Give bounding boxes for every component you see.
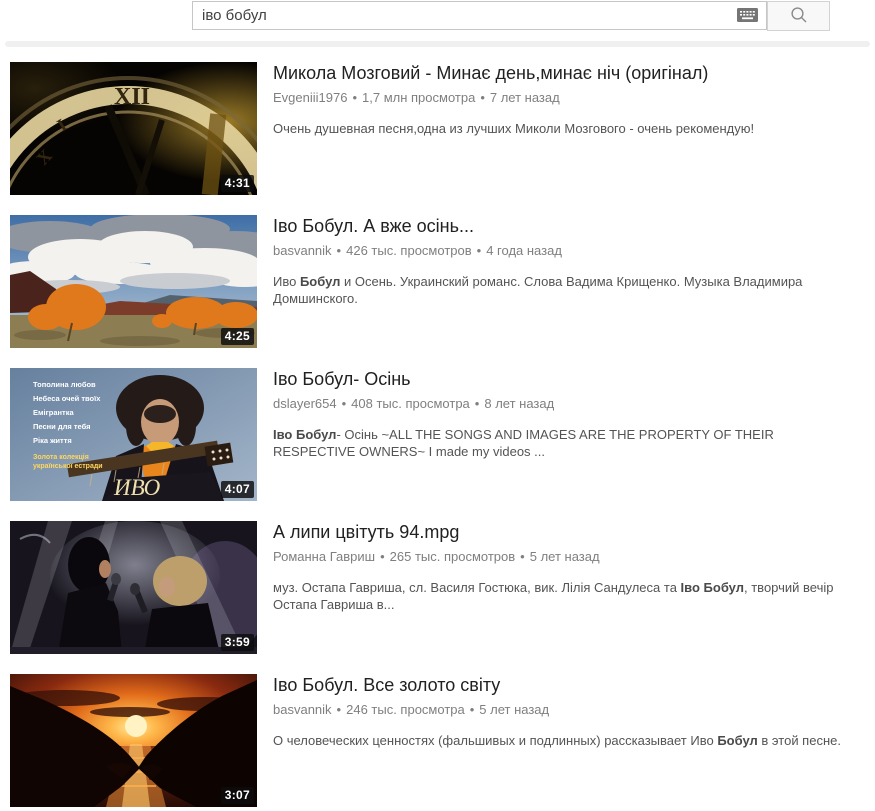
channel-link[interactable]: dslayer654 (273, 396, 337, 411)
upload-age: 7 лет назад (490, 90, 560, 105)
video-meta: basvannik • 426 тыс. просмотров • 4 года наз… (273, 243, 851, 258)
video-result-row: 4:25 Іво Бобул. А вже осінь... basvannik… (10, 215, 875, 348)
meta-separator: • (520, 549, 525, 564)
meta-separator: • (480, 90, 485, 105)
video-thumbnail[interactable]: 3:59 (10, 521, 257, 654)
video-info: А липи цвітуть 94.mpg Романна Гавриш • 265… (273, 521, 851, 654)
duration-badge: 3:59 (221, 634, 254, 651)
meta-separator: • (380, 549, 385, 564)
view-count: 265 тыс. просмотров (390, 549, 516, 564)
video-info: Іво Бобул. А вже осінь... basvannik • 426 … (273, 215, 851, 348)
channel-link[interactable]: Evgeniii1976 (273, 90, 347, 105)
video-meta: Романна Гавриш • 265 тыс. просмотров • 5 лет… (273, 549, 851, 564)
description-bold: Іво Бобул (681, 580, 744, 595)
album-collection-label: Золота колекція (33, 453, 89, 461)
meta-separator: • (342, 396, 347, 411)
upload-age: 8 лет назад (484, 396, 554, 411)
duration-badge: 3:07 (221, 787, 254, 804)
video-result-row: Тополина любов Небеса очей твоїх Емігран… (10, 368, 875, 501)
meta-separator: • (475, 396, 480, 411)
header-divider-band (5, 41, 870, 47)
description-text: муз. Остапа Гавриша, сл. Василя Гостюка,… (273, 580, 681, 595)
video-meta: Evgeniii1976 • 1,7 млн просмотра • 7 лет наз… (273, 90, 851, 105)
video-description: Очень душевная песня,одна из лучших Мико… (273, 120, 851, 137)
description-text: О человеческих ценностях (фальшивых и по… (273, 733, 717, 748)
meta-separator: • (477, 243, 482, 258)
album-song-title: Ріка життя (33, 436, 72, 445)
album-song-title: Небеса очей твоїх (33, 394, 101, 403)
video-info: Іво Бобул. Все золото світу basvannik • 24… (273, 674, 851, 807)
description-text: Иво (273, 274, 300, 289)
video-thumbnail[interactable]: Тополина любов Небеса очей твоїх Емігран… (10, 368, 257, 501)
view-count: 1,7 млн просмотра (362, 90, 475, 105)
search-header (0, 0, 875, 34)
channel-link[interactable]: basvannik (273, 702, 332, 717)
view-count: 246 тыс. просмотра (346, 702, 465, 717)
meta-separator: • (337, 702, 342, 717)
description-text: и Осень. Украинский романс. Слова Вадима… (273, 274, 802, 306)
search-results-list: XII I X 4:31 Микола Мозговий - Минає ден… (10, 62, 875, 807)
duration-badge: 4:07 (221, 481, 254, 498)
album-song-title: Тополина любов (33, 380, 96, 389)
description-bold: Бобул (717, 733, 757, 748)
view-count: 426 тыс. просмотров (346, 243, 472, 258)
video-meta: basvannik • 246 тыс. просмотра • 5 лет назад (273, 702, 851, 717)
video-title[interactable]: Іво Бобул. Все золото світу (273, 674, 851, 696)
upload-age: 5 лет назад (479, 702, 549, 717)
clock-thumbnail-art: XII I X (10, 62, 257, 195)
description-text: Очень душевная песня,одна из лучших Мико… (273, 121, 754, 136)
meta-separator: • (352, 90, 357, 105)
album-song-title: Емігрантка (33, 408, 74, 417)
sunset-hands-thumbnail-art (10, 674, 257, 807)
video-info: Іво Бобул- Осінь dslayer654 • 408 тыс. про… (273, 368, 851, 501)
view-count: 408 тыс. просмотра (351, 396, 470, 411)
video-description: Іво Бобул- Осінь ~ALL THE SONGS AND IMAG… (273, 426, 851, 460)
keyboard-icon[interactable] (737, 8, 758, 22)
video-info: Микола Мозговий - Минає день,минає ніч (… (273, 62, 851, 195)
album-artist-name: БОБУЛ (81, 497, 165, 501)
video-thumbnail[interactable]: XII I X 4:31 (10, 62, 257, 195)
video-result-row: XII I X 4:31 Микола Мозговий - Минає ден… (10, 62, 875, 195)
channel-link[interactable]: basvannik (273, 243, 332, 258)
album-song-title: Песни для тебя (33, 422, 91, 431)
upload-age: 5 лет назад (530, 549, 600, 564)
upload-age: 4 года назад (486, 243, 562, 258)
description-text: в этой песне. (758, 733, 841, 748)
channel-link[interactable]: Романна Гавриш (273, 549, 375, 564)
description-text: - Осінь ~ALL THE SONGS AND IMAGES ARE TH… (273, 427, 774, 459)
autumn-valley-thumbnail-art (10, 215, 257, 348)
video-title[interactable]: Іво Бобул. А вже осінь... (273, 215, 851, 237)
meta-separator: • (337, 243, 342, 258)
meta-separator: • (470, 702, 475, 717)
video-meta: dslayer654 • 408 тыс. просмотра • 8 лет наза… (273, 396, 851, 411)
search-button[interactable] (767, 1, 830, 31)
video-description: О человеческих ценностях (фальшивых и по… (273, 732, 851, 749)
video-thumbnail[interactable]: 4:25 (10, 215, 257, 348)
description-bold: Бобул (300, 274, 340, 289)
duet-stage-thumbnail-art (10, 521, 257, 654)
search-input[interactable] (192, 1, 767, 30)
video-title[interactable]: Микола Мозговий - Минає день,минає ніч (… (273, 62, 851, 84)
description-bold: Іво Бобул (273, 427, 336, 442)
video-thumbnail[interactable]: 3:07 (10, 674, 257, 807)
video-title[interactable]: Іво Бобул- Осінь (273, 368, 851, 390)
magnifier-icon (790, 6, 808, 27)
video-title[interactable]: А липи цвітуть 94.mpg (273, 521, 851, 543)
duration-badge: 4:25 (221, 328, 254, 345)
video-result-row: 3:59 А липи цвітуть 94.mpg Романна Гаври… (10, 521, 875, 654)
album-cover-thumbnail-art: Тополина любов Небеса очей твоїх Емігран… (10, 368, 257, 501)
video-description: Иво Бобул и Осень. Украинский романс. Сл… (273, 273, 851, 307)
video-description: муз. Остапа Гавриша, сл. Василя Гостюка,… (273, 579, 851, 613)
svg-text:XII: XII (114, 84, 150, 110)
duration-badge: 4:31 (221, 175, 254, 192)
album-collection-label: української естради (33, 463, 103, 470)
video-result-row: 3:07 Іво Бобул. Все золото світу basvann… (10, 674, 875, 807)
